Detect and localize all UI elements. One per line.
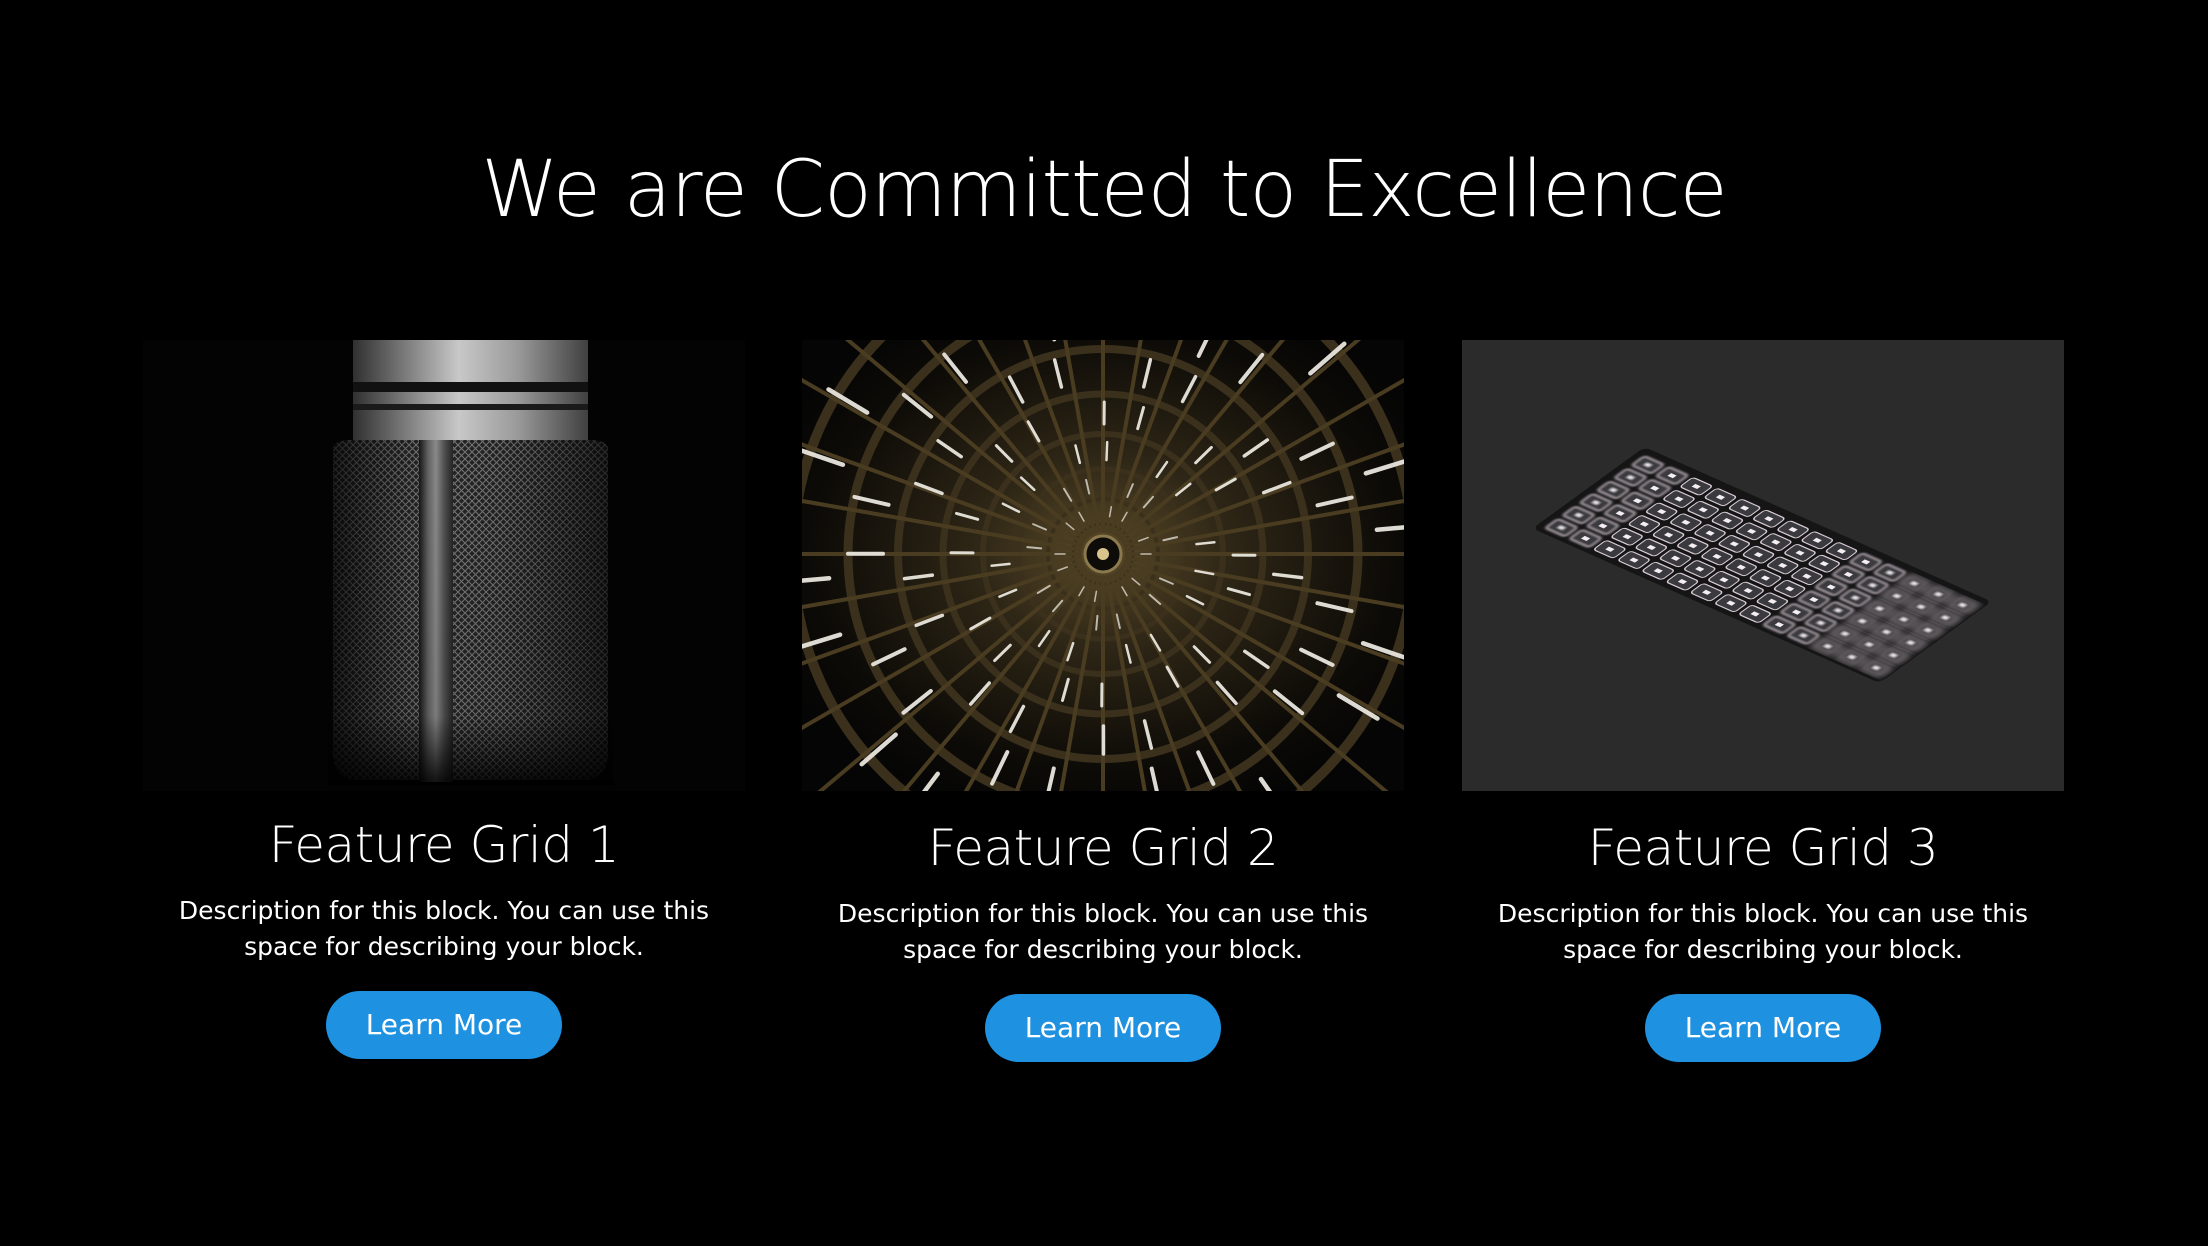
card-description: Description for this block. You can use … (178, 896, 710, 961)
radial-light-ceiling-image (802, 340, 1404, 791)
learn-more-button[interactable]: Learn More (985, 994, 1221, 1062)
learn-more-button[interactable]: Learn More (1645, 994, 1881, 1062)
feature-card-3: Feature Grid 3 Description for this bloc… (1462, 340, 2064, 1062)
card-title: Feature Grid 1 (268, 816, 620, 874)
section-heading: We are Committed to Excellence (481, 145, 1727, 235)
card-title: Feature Grid 2 (927, 819, 1279, 877)
backlit-keyboard-image (1462, 340, 2064, 791)
card-description: Description for this block. You can use … (837, 899, 1369, 964)
learn-more-button[interactable]: Learn More (326, 991, 562, 1059)
feature-card-2: Feature Grid 2 Description for this bloc… (802, 340, 1404, 1062)
card-title: Feature Grid 3 (1587, 819, 1939, 877)
microphone-image (143, 340, 745, 791)
feature-card-1: Feature Grid 1 Description for this bloc… (143, 340, 745, 1059)
card-description: Description for this block. You can use … (1497, 899, 2029, 964)
